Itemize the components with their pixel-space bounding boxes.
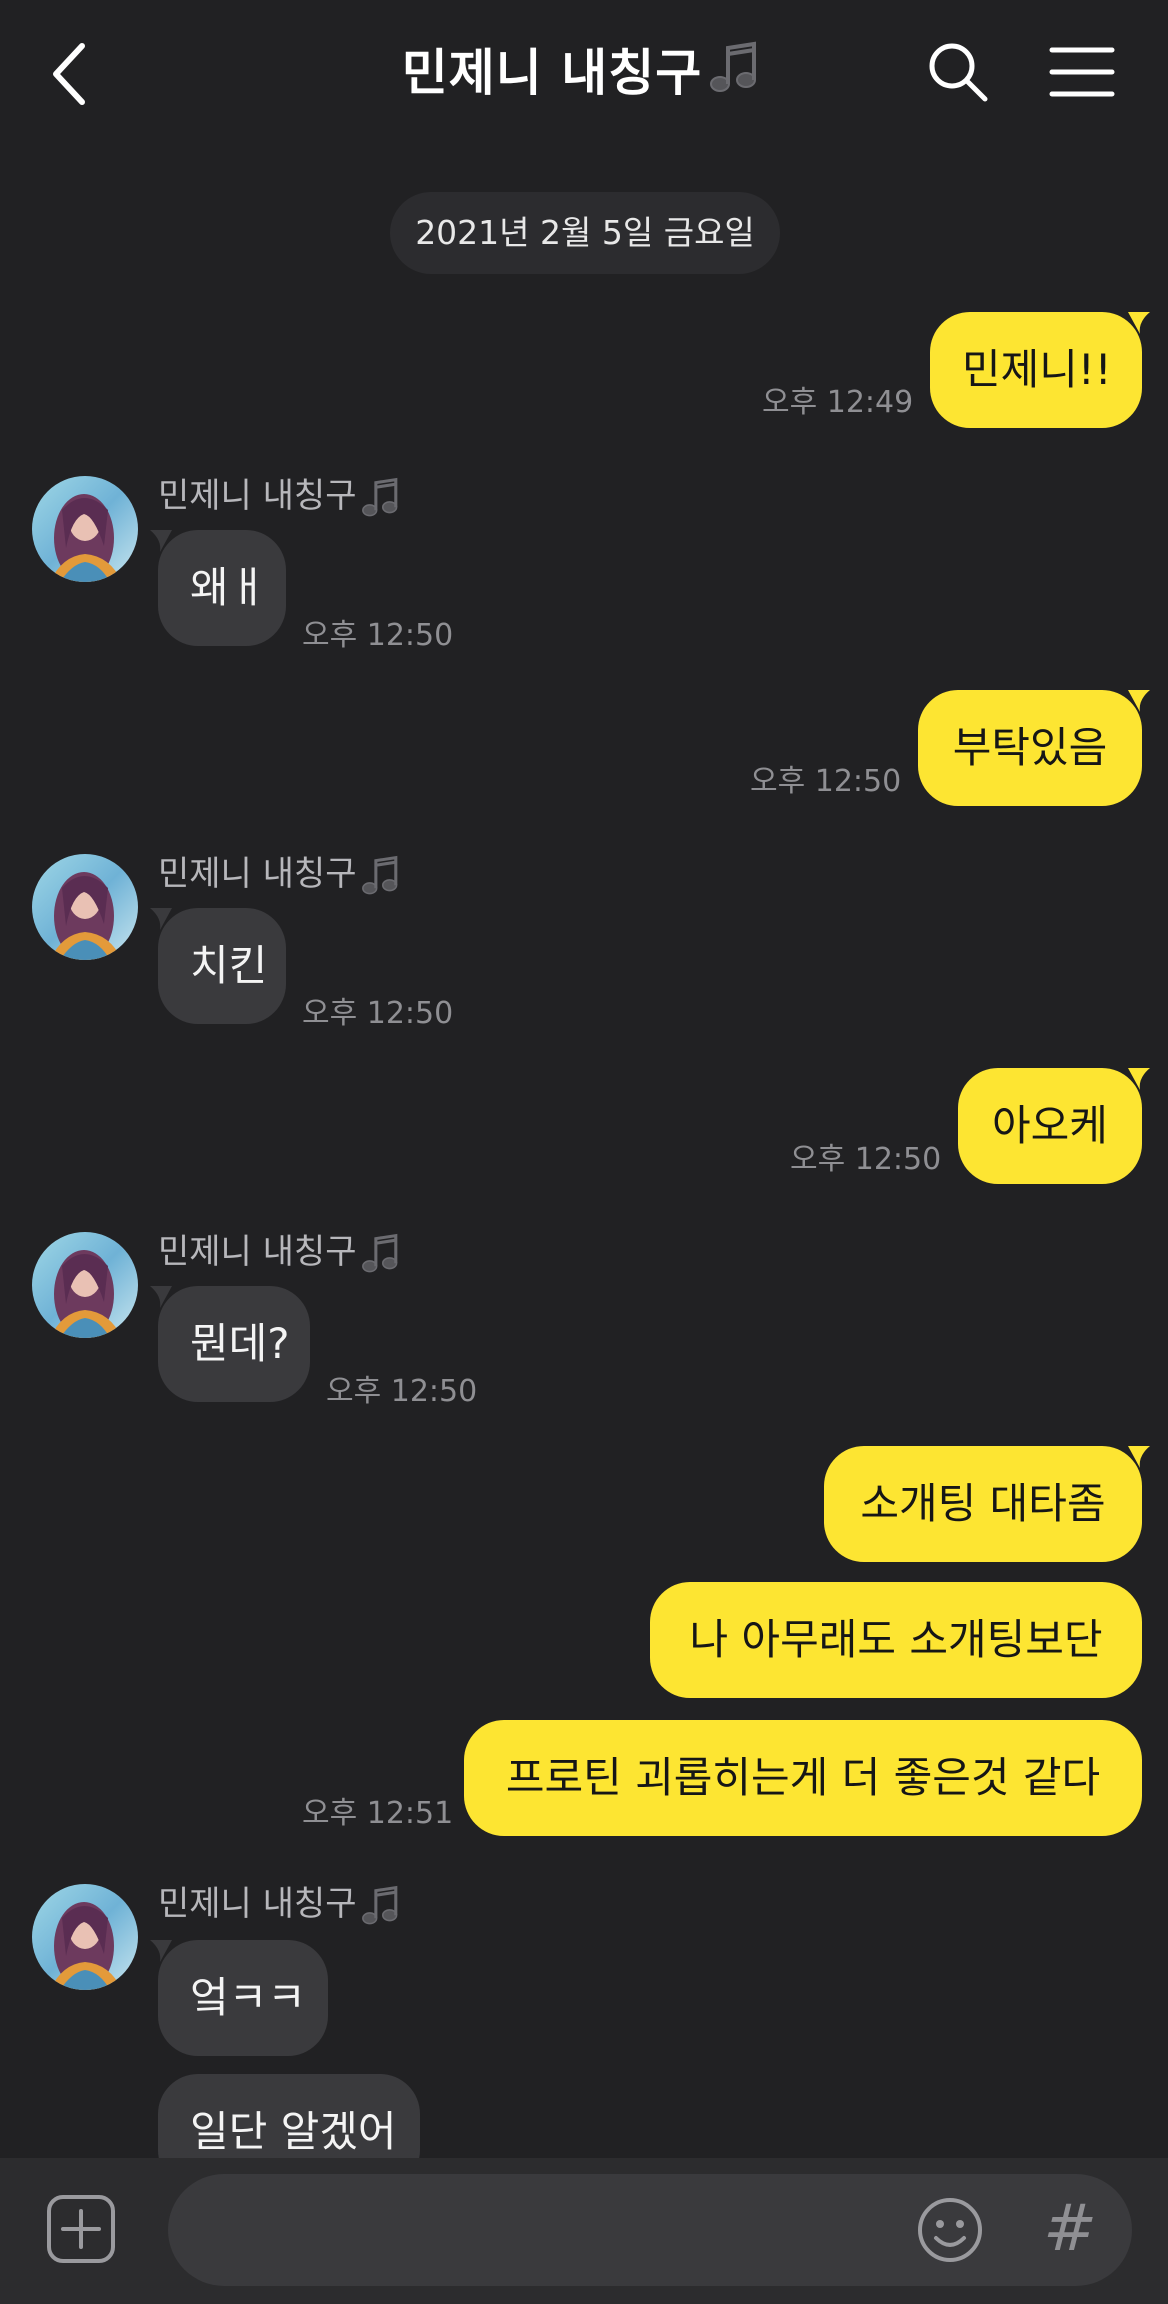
sender-name: 민제니 내칭구 — [158, 1230, 405, 1276]
bubble-tail — [1128, 312, 1150, 334]
sender-name: 민제니 내칭구 — [158, 852, 405, 898]
date-divider: 2021년 2월 5일 금요일 — [390, 192, 780, 274]
sender-name: 민제니 내칭구 — [158, 474, 405, 520]
avatar[interactable] — [32, 854, 138, 960]
chat-title: 민제니 내칭구 — [0, 38, 1168, 114]
my-message-bubble[interactable]: 프로틴 괴롭히는게 더 좋은것 같다 — [464, 1720, 1142, 1836]
message-time: 오후 12:50 — [750, 764, 902, 799]
chat-title-text: 민제니 내칭구 — [401, 44, 703, 102]
sender-name-text: 민제니 내칭구 — [158, 1232, 357, 1272]
bubble-tail — [1128, 1068, 1150, 1090]
avatar[interactable] — [32, 1884, 138, 1990]
music-note-icon — [706, 40, 766, 114]
their-message-bubble[interactable]: 왜ㅐ — [158, 530, 286, 646]
chat-header: 민제니 내칭구 — [0, 0, 1168, 150]
avatar[interactable] — [32, 476, 138, 582]
my-message-bubble[interactable]: 민제니!! — [930, 312, 1142, 428]
message-time: 오후 12:50 — [302, 996, 454, 1031]
their-message-bubble[interactable]: 뭔데? — [158, 1286, 310, 1402]
plus-square-icon — [47, 2195, 115, 2263]
sender-name-text: 민제니 내칭구 — [158, 476, 357, 516]
message-time: 오후 12:50 — [326, 1374, 478, 1409]
search-button[interactable] — [926, 40, 990, 104]
music-note-icon — [361, 1233, 397, 1272]
avatar[interactable] — [32, 1232, 138, 1338]
sender-name: 민제니 내칭구 — [158, 1882, 405, 1928]
message-input-bar: # — [0, 2158, 1168, 2304]
message-time: 오후 12:50 — [302, 618, 454, 653]
menu-button[interactable] — [1048, 42, 1116, 102]
their-message-bubble[interactable]: 엌ㅋㅋ — [158, 1940, 328, 2056]
sender-name-text: 민제니 내칭구 — [158, 1884, 357, 1924]
sender-name-text: 민제니 내칭구 — [158, 854, 357, 894]
their-message-bubble[interactable]: 치킨 — [158, 908, 286, 1024]
emoji-button[interactable] — [916, 2196, 984, 2264]
attach-button[interactable] — [46, 2194, 116, 2264]
my-message-bubble[interactable]: 아오케 — [958, 1068, 1142, 1184]
my-message-bubble[interactable]: 소개팅 대타좀 — [824, 1446, 1142, 1562]
search-icon — [929, 43, 988, 102]
message-time: 오후 12:49 — [762, 385, 914, 420]
bubble-tail — [1128, 1446, 1150, 1468]
bubble-tail — [1128, 690, 1150, 712]
music-note-icon — [361, 855, 397, 894]
hashtag-button[interactable]: # — [1042, 2194, 1098, 2264]
message-input[interactable] — [168, 2174, 1132, 2286]
message-time: 오후 12:50 — [790, 1142, 942, 1177]
my-message-bubble[interactable]: 나 아무래도 소개팅보단 — [650, 1582, 1142, 1698]
music-note-icon — [361, 477, 397, 516]
smiley-icon — [918, 2198, 982, 2262]
hamburger-menu-icon — [1049, 47, 1115, 97]
message-time: 오후 12:51 — [302, 1796, 454, 1831]
my-message-bubble[interactable]: 부탁있음 — [918, 690, 1142, 806]
music-note-icon — [361, 1885, 397, 1924]
